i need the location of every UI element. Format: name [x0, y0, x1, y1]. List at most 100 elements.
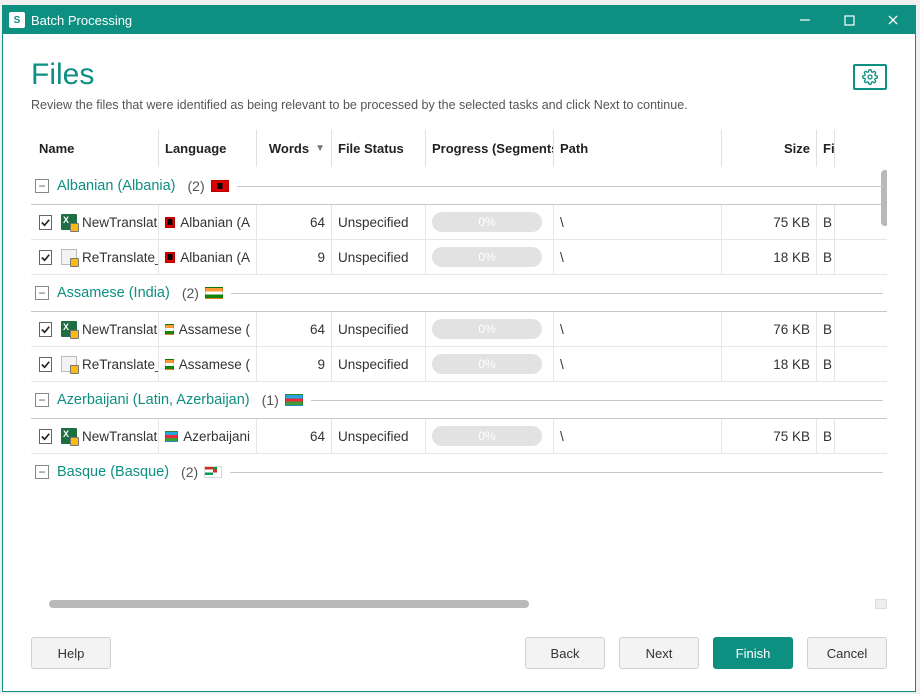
size-value: 75 KB	[773, 429, 810, 444]
settings-button[interactable]	[853, 64, 887, 90]
language-label: Albanian (A	[180, 250, 250, 265]
flag-icon	[165, 359, 174, 370]
collapse-icon[interactable]: −	[35, 286, 49, 300]
path-value: \	[560, 322, 564, 337]
group-divider	[231, 293, 883, 294]
page-title: Files	[31, 58, 94, 92]
words-value: 64	[310, 215, 325, 230]
flag-icon	[204, 466, 222, 478]
page-subtitle: Review the files that were identified as…	[31, 98, 887, 112]
file-type-icon	[61, 214, 77, 230]
words-value: 9	[317, 250, 325, 265]
fi-value: B	[823, 357, 832, 372]
group-header[interactable]: −Assamese (India) (2)	[31, 275, 887, 311]
column-words[interactable]: Words▼	[257, 130, 332, 167]
file-name: NewTranslat	[82, 429, 157, 444]
group-name: Azerbaijani (Latin, Azerbaijan)	[57, 392, 250, 408]
column-fi[interactable]: Fi	[817, 130, 835, 167]
language-label: Assamese (	[179, 322, 250, 337]
status-value: Unspecified	[338, 322, 409, 337]
help-button[interactable]: Help	[31, 637, 111, 669]
back-button[interactable]: Back	[525, 637, 605, 669]
finish-button[interactable]: Finish	[713, 637, 793, 669]
file-name: NewTranslat	[82, 322, 157, 337]
row-checkbox[interactable]	[39, 322, 52, 337]
batch-processing-window: S Batch Processing Files Review the file…	[2, 5, 916, 692]
file-type-icon	[61, 249, 77, 265]
files-table: Name Language Words▼ File Status Progres…	[31, 130, 887, 609]
group-header[interactable]: −Albanian (Albania) (2)	[31, 168, 887, 204]
group-count: (2)	[182, 285, 199, 301]
flag-icon	[285, 394, 303, 406]
close-button[interactable]	[871, 6, 915, 34]
fi-value: B	[823, 322, 832, 337]
column-name[interactable]: Name	[31, 130, 159, 167]
table-header: Name Language Words▼ File Status Progres…	[31, 130, 887, 168]
minimize-button[interactable]	[783, 6, 827, 34]
group-header[interactable]: −Basque (Basque)(2)	[31, 454, 887, 490]
column-progress[interactable]: Progress (Segments)	[426, 130, 554, 167]
app-icon: S	[9, 12, 25, 28]
file-name: ReTranslate_	[82, 250, 159, 265]
row-checkbox[interactable]	[39, 215, 52, 230]
flag-icon	[165, 252, 175, 263]
table-row[interactable]: NewTranslatAzerbaijani64Unspecified0%\75…	[31, 419, 887, 454]
group-count: (2)	[181, 464, 198, 480]
fi-value: B	[823, 250, 832, 265]
window-title: Batch Processing	[31, 13, 132, 28]
file-name: ReTranslate_	[82, 357, 159, 372]
horizontal-scrollbar-track[interactable]	[31, 599, 887, 609]
flag-icon	[165, 324, 174, 335]
column-path[interactable]: Path	[554, 130, 722, 167]
maximize-button[interactable]	[827, 6, 871, 34]
progress-bar: 0%	[432, 426, 542, 446]
size-value: 76 KB	[773, 322, 810, 337]
file-name: NewTranslat	[82, 215, 157, 230]
words-value: 64	[310, 429, 325, 444]
progress-bar: 0%	[432, 247, 542, 267]
progress-bar: 0%	[432, 354, 542, 374]
group-header[interactable]: −Azerbaijani (Latin, Azerbaijan) (1)	[31, 382, 887, 418]
footer: Help Back Next Finish Cancel	[3, 619, 915, 691]
collapse-icon[interactable]: −	[35, 465, 49, 479]
column-language[interactable]: Language	[159, 130, 257, 167]
file-type-icon	[61, 321, 77, 337]
words-value: 64	[310, 322, 325, 337]
fi-value: B	[823, 429, 832, 444]
group-divider	[311, 400, 883, 401]
status-value: Unspecified	[338, 357, 409, 372]
status-value: Unspecified	[338, 250, 409, 265]
content-area: Files Review the files that were identif…	[3, 34, 915, 619]
table-row[interactable]: ReTranslate_Albanian (A9Unspecified0%\18…	[31, 240, 887, 275]
group-divider	[237, 186, 883, 187]
size-value: 75 KB	[773, 215, 810, 230]
language-label: Assamese (	[179, 357, 250, 372]
size-value: 18 KB	[773, 250, 810, 265]
group-name: Assamese (India)	[57, 285, 170, 301]
row-checkbox[interactable]	[39, 250, 52, 265]
group-count: (2)	[188, 178, 205, 194]
row-checkbox[interactable]	[39, 429, 52, 444]
group-name: Albanian (Albania)	[57, 178, 176, 194]
collapse-icon[interactable]: −	[35, 393, 49, 407]
collapse-icon[interactable]: −	[35, 179, 49, 193]
column-size[interactable]: Size	[722, 130, 817, 167]
table-body: −Albanian (Albania)(2)NewTranslatAlbania…	[31, 168, 887, 593]
status-value: Unspecified	[338, 429, 409, 444]
flag-icon	[211, 180, 229, 192]
path-value: \	[560, 429, 564, 444]
language-label: Albanian (A	[180, 215, 250, 230]
table-row[interactable]: NewTranslat Assamese ( 64 Unspecified 0% \ 76 …	[31, 312, 887, 347]
fi-value: B	[823, 215, 832, 230]
horizontal-scrollbar[interactable]	[49, 600, 529, 608]
words-value: 9	[317, 357, 325, 372]
column-file-status[interactable]: File Status	[332, 130, 426, 167]
row-checkbox[interactable]	[39, 357, 52, 372]
next-button[interactable]: Next	[619, 637, 699, 669]
cancel-button[interactable]: Cancel	[807, 637, 887, 669]
table-row[interactable]: ReTranslate_Assamese (9Unspecified0%\18 …	[31, 347, 887, 382]
table-row[interactable]: NewTranslatAlbanian (A64Unspecified0%\75…	[31, 205, 887, 240]
size-value: 18 KB	[773, 357, 810, 372]
group-count: (1)	[262, 392, 279, 408]
progress-bar: 0%	[432, 319, 542, 339]
